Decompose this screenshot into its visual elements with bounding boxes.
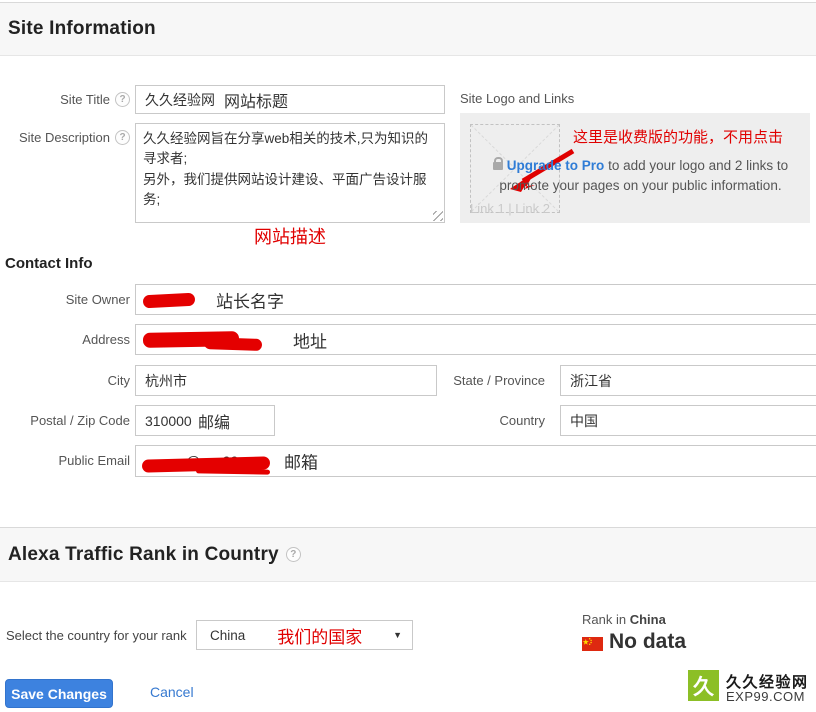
state-province-input[interactable]: 浙江省 (560, 365, 816, 396)
city-input[interactable]: 杭州市 (135, 365, 437, 396)
site-description-line2: 另外，我们提供网站设计建设、平面广告设计服务; (143, 170, 437, 211)
rank-value: No data (609, 630, 686, 654)
exp99-domain: EXP99.COM (726, 689, 805, 704)
promo-annotation: 这里是收费版的功能，不用点击 (573, 126, 783, 147)
select-country-label: Select the country for your rank (6, 628, 187, 643)
site-owner-redaction-scribble (143, 293, 196, 309)
address-label: Address (0, 332, 130, 347)
country-input[interactable]: 中国 (560, 405, 816, 436)
site-title-input[interactable]: 久久经验网 网站标题 (135, 85, 445, 114)
site-description-line1: 久久经验网旨在分享web相关的技术,只为知识的寻求者; (143, 129, 437, 170)
site-information-header-band: Site Information (0, 2, 816, 56)
address-annotation: 地址 (293, 327, 327, 352)
site-information-settings-page: { "sections": { "site_information_title"… (0, 0, 816, 712)
public-email-input[interactable]: @exp99.com 邮箱 (135, 445, 816, 477)
country-selected-value: China (210, 628, 245, 643)
city-value: 杭州市 (145, 371, 187, 391)
china-flag-icon (582, 637, 603, 651)
dropdown-arrow-icon: ▼ (393, 630, 402, 640)
upgrade-to-pro-link[interactable]: Upgrade to Pro (507, 158, 605, 173)
site-description-label: Site Description (19, 130, 110, 145)
public-email-annotation: 邮箱 (284, 449, 318, 474)
site-description-textarea[interactable]: 久久经验网旨在分享web相关的技术,只为知识的寻求者; 另外，我们提供网站设计建… (135, 123, 445, 223)
page-title: Site Information (8, 18, 156, 40)
site-owner-input[interactable]: 站长名字 (135, 284, 816, 315)
logo-links-promo-box: 这里是收费版的功能，不用点击 Upgrade to Pro to add you… (460, 113, 810, 223)
site-owner-label: Site Owner (0, 292, 130, 307)
postal-zip-annotation: 邮编 (198, 409, 230, 433)
save-changes-button[interactable]: Save Changes (5, 679, 113, 708)
alexa-rank-help-icon[interactable]: ? (286, 547, 301, 562)
public-email-label: Public Email (0, 453, 130, 468)
state-province-label: State / Province (430, 373, 545, 388)
site-title-help-icon[interactable]: ? (115, 92, 130, 107)
upgrade-promo-text: Upgrade to Pro to add your logo and 2 li… (478, 156, 803, 195)
site-title-value: 久久经验网 (145, 90, 215, 110)
rank-in-country: China (630, 612, 666, 627)
country-select-dropdown[interactable]: China 我们的国家 ▼ (196, 620, 413, 650)
alexa-rank-title: Alexa Traffic Rank in Country (8, 544, 279, 566)
textarea-resize-handle[interactable] (433, 211, 443, 221)
alexa-rank-header-band: Alexa Traffic Rank in Country ? (0, 527, 816, 582)
city-label: City (0, 373, 130, 388)
site-description-annotation: 网站描述 (143, 224, 437, 251)
cancel-link[interactable]: Cancel (150, 684, 194, 700)
link-slots-placeholder: Link 1 | Link 2 (470, 201, 550, 216)
postal-zip-label: Postal / Zip Code (0, 413, 130, 428)
address-redaction-scribble-2 (204, 337, 262, 351)
site-title-annotation: 网站标题 (224, 88, 288, 112)
postal-zip-input[interactable]: 310000 邮编 (135, 405, 275, 436)
exp99-logo-char: 久 (693, 671, 714, 701)
site-title-label-row: Site Title ? (0, 92, 130, 107)
lock-icon (493, 162, 503, 170)
email-redaction-scribble-tail (196, 468, 270, 474)
country-label: Country (430, 413, 545, 428)
country-value: 中国 (570, 411, 598, 431)
contact-info-heading: Contact Info (5, 255, 93, 272)
address-input[interactable]: 地址 (135, 324, 816, 355)
rank-in-prefix: Rank in (582, 612, 630, 627)
postal-zip-value: 310000 (145, 413, 192, 429)
rank-in-label: Rank in China (582, 612, 666, 627)
site-description-help-icon[interactable]: ? (115, 130, 130, 145)
site-logo-links-label: Site Logo and Links (460, 91, 574, 106)
exp99-logo-icon: 久 (688, 670, 719, 701)
country-select-annotation: 我们的国家 (277, 623, 362, 648)
state-province-value: 浙江省 (570, 371, 612, 391)
site-title-label: Site Title (60, 92, 110, 107)
site-description-label-row: Site Description ? (0, 130, 130, 145)
site-owner-annotation: 站长名字 (216, 287, 284, 312)
